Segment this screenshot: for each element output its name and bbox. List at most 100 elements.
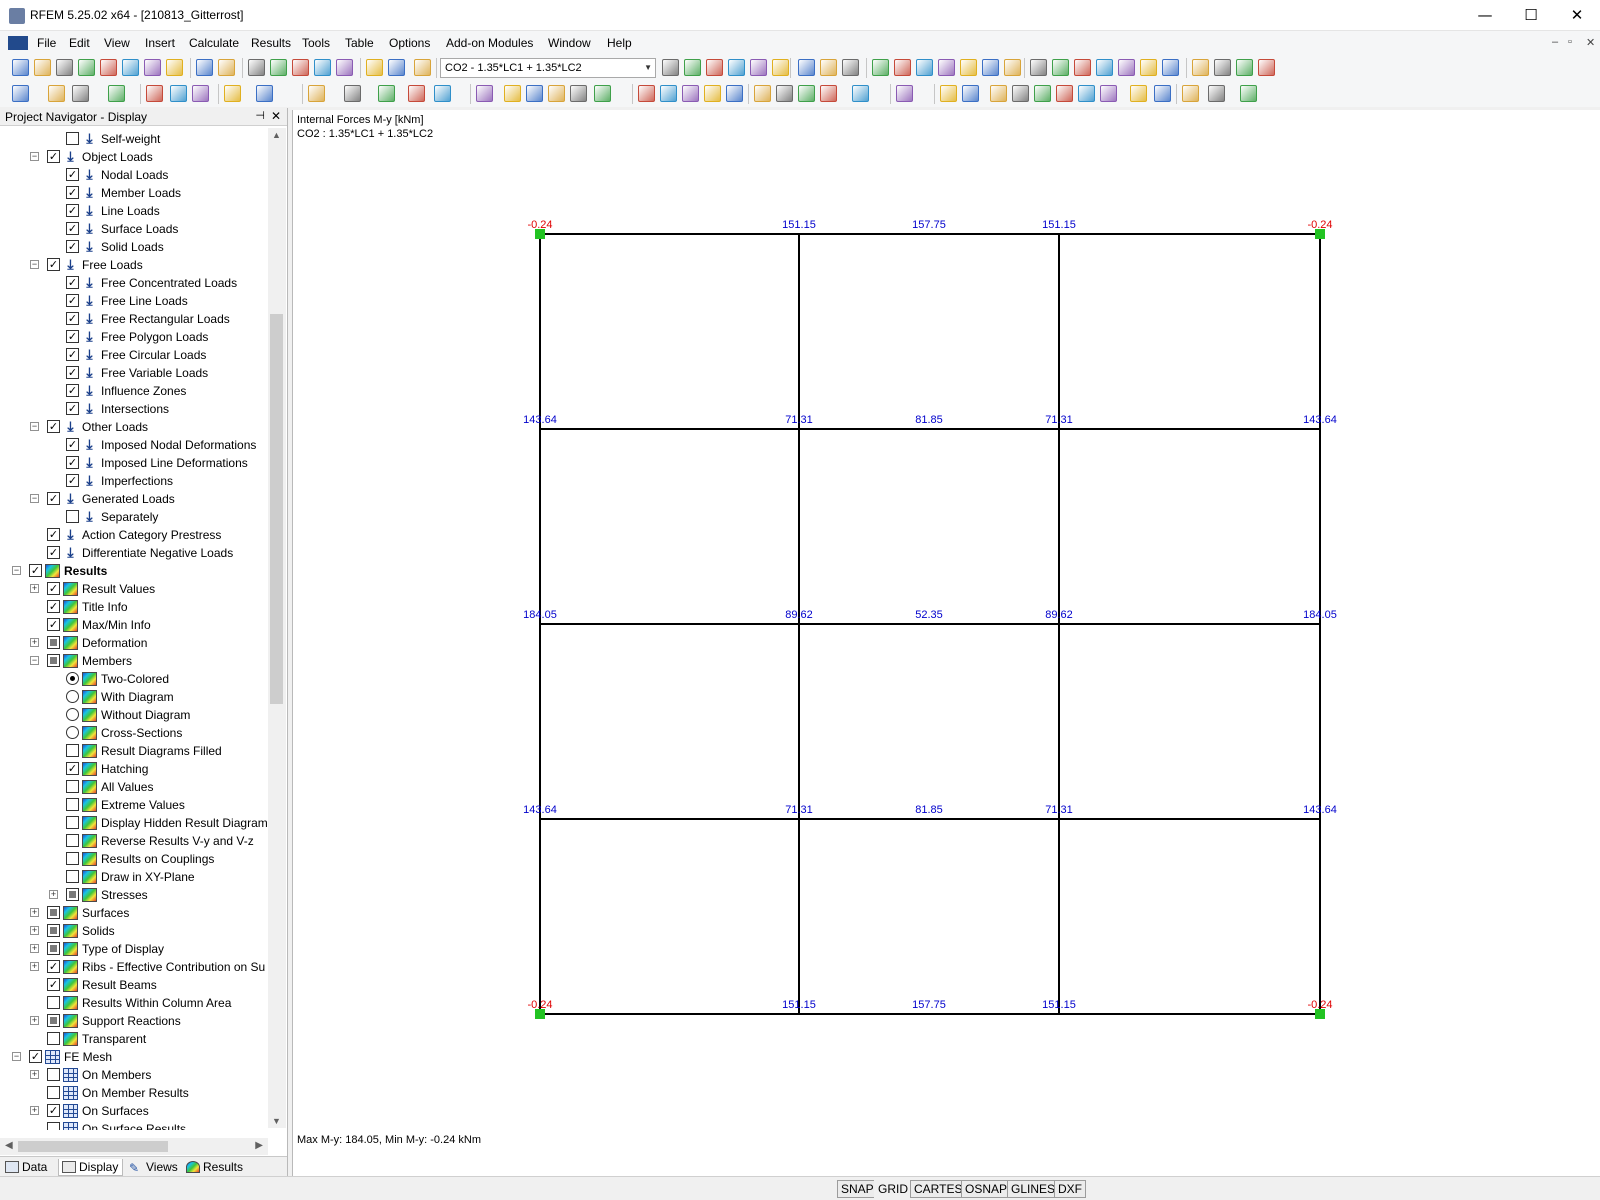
toolbar-icon[interactable]: [344, 85, 361, 102]
checkbox[interactable]: ✓: [66, 402, 79, 415]
tree-item[interactable]: ✓ ⤓ Surface Loads: [0, 220, 268, 238]
checkbox[interactable]: [66, 798, 79, 811]
toolbar-icon[interactable]: [146, 85, 163, 102]
pin-icon[interactable]: ⊣: [255, 109, 265, 122]
tree-item[interactable]: Result Diagrams Filled: [0, 742, 268, 760]
tree-item[interactable]: ✓ ⤓ Nodal Loads: [0, 166, 268, 184]
expand-icon[interactable]: +: [30, 944, 39, 953]
tree-item[interactable]: ✓ ⤓ Imposed Line Deformations: [0, 454, 268, 472]
toolbar-icon[interactable]: [72, 85, 89, 102]
checkbox[interactable]: ✓: [66, 222, 79, 235]
toolbar-icon[interactable]: [798, 59, 815, 76]
tab-results[interactable]: Results: [183, 1159, 247, 1176]
glines-toggle[interactable]: GLINES: [1007, 1180, 1060, 1198]
toolbar-icon[interactable]: [594, 85, 611, 102]
checkbox[interactable]: ✓: [47, 600, 60, 613]
tree-item[interactable]: ✓ ⤓ Free Line Loads: [0, 292, 268, 310]
toolbar-icon[interactable]: [1096, 59, 1113, 76]
checkbox[interactable]: ✓: [66, 330, 79, 343]
checkbox[interactable]: ✓: [66, 312, 79, 325]
hscroll-thumb[interactable]: [18, 1141, 168, 1152]
checkbox[interactable]: ✓: [66, 366, 79, 379]
checkbox[interactable]: ✓: [66, 438, 79, 451]
tree-item[interactable]: Display Hidden Result Diagram: [0, 814, 268, 832]
toolbar-icon[interactable]: [378, 85, 395, 102]
tree-item[interactable]: + Deformation: [0, 634, 268, 652]
toolbar-icon[interactable]: [776, 85, 793, 102]
toolbar-icon[interactable]: [256, 85, 273, 102]
tree-item[interactable]: + ✓ Ribs - Effective Contribution on Su: [0, 958, 268, 976]
tree-item[interactable]: Reverse Results V-y and V-z: [0, 832, 268, 850]
expand-icon[interactable]: +: [30, 638, 39, 647]
toolbar-icon[interactable]: [896, 85, 913, 102]
toolbar-icon[interactable]: [872, 59, 889, 76]
checkbox[interactable]: [66, 780, 79, 793]
checkbox[interactable]: [66, 888, 79, 901]
mdi-minimize-icon[interactable]: –: [1552, 36, 1558, 48]
expand-icon[interactable]: +: [30, 1070, 39, 1079]
toolbar-icon[interactable]: [414, 59, 431, 76]
toolbar-icon[interactable]: [750, 59, 767, 76]
expand-icon[interactable]: +: [49, 890, 58, 899]
checkbox[interactable]: ✓: [66, 762, 79, 775]
tree-item[interactable]: − ✓ ⤓ Free Loads: [0, 256, 268, 274]
tree-item[interactable]: Draw in XY-Plane: [0, 868, 268, 886]
minimize-icon[interactable]: —: [1462, 0, 1508, 31]
toolbar-icon[interactable]: [1140, 59, 1157, 76]
toolbar-icon[interactable]: [1012, 85, 1029, 102]
toolbar-icon[interactable]: [1100, 85, 1117, 102]
toolbar-icon[interactable]: [726, 85, 743, 102]
checkbox[interactable]: ✓: [66, 240, 79, 253]
tab-data[interactable]: Data: [2, 1159, 51, 1176]
checkbox[interactable]: ✓: [66, 456, 79, 469]
toolbar-icon[interactable]: [684, 59, 701, 76]
tree-item[interactable]: − ✓ FE Mesh: [0, 1048, 268, 1066]
toolbar-icon[interactable]: [1192, 59, 1209, 76]
checkbox[interactable]: ✓: [66, 204, 79, 217]
snap-toggle[interactable]: SNAP: [837, 1180, 878, 1198]
checkbox[interactable]: ✓: [66, 384, 79, 397]
toolbar-icon[interactable]: [408, 85, 425, 102]
checkbox[interactable]: ✓: [47, 978, 60, 991]
radio-button[interactable]: [66, 708, 79, 721]
toolbar-icon[interactable]: [166, 59, 183, 76]
toolbar-icon[interactable]: [916, 59, 933, 76]
toolbar-icon[interactable]: [894, 59, 911, 76]
checkbox[interactable]: [66, 834, 79, 847]
tree-item[interactable]: + ✓ Result Values: [0, 580, 268, 598]
expand-icon[interactable]: +: [30, 926, 39, 935]
checkbox[interactable]: ✓: [47, 960, 60, 973]
tree-item[interactable]: + Solids: [0, 922, 268, 940]
tree-item[interactable]: Cross-Sections: [0, 724, 268, 742]
tree-item[interactable]: ✓ ⤓ Line Loads: [0, 202, 268, 220]
toolbar-icon[interactable]: [34, 59, 51, 76]
toolbar-icon[interactable]: [982, 59, 999, 76]
collapse-icon[interactable]: −: [12, 1052, 21, 1061]
toolbar-icon[interactable]: [78, 59, 95, 76]
toolbar-icon[interactable]: [704, 85, 721, 102]
menu-insert[interactable]: Insert: [145, 36, 175, 50]
tree-item[interactable]: ✓ ⤓ Imposed Nodal Deformations: [0, 436, 268, 454]
checkbox[interactable]: [47, 636, 60, 649]
toolbar-icon[interactable]: [122, 59, 139, 76]
toolbar-icon[interactable]: [1240, 85, 1257, 102]
tree-item[interactable]: Transparent: [0, 1030, 268, 1048]
tree-item[interactable]: − ✓ ⤓ Other Loads: [0, 418, 268, 436]
checkbox[interactable]: ✓: [66, 474, 79, 487]
tree-item[interactable]: ✓ ⤓ Action Category Prestress: [0, 526, 268, 544]
menu-results[interactable]: Results: [251, 36, 291, 50]
toolbar-icon[interactable]: [1004, 59, 1021, 76]
checkbox[interactable]: ✓: [47, 546, 60, 559]
menu-addon-modules[interactable]: Add-on Modules: [446, 36, 533, 50]
tree-item[interactable]: Without Diagram: [0, 706, 268, 724]
menu-view[interactable]: View: [104, 36, 130, 50]
toolbar-icon[interactable]: [248, 59, 265, 76]
menu-edit[interactable]: Edit: [69, 36, 90, 50]
tree-item[interactable]: ✓ ⤓ Member Loads: [0, 184, 268, 202]
checkbox[interactable]: ✓: [66, 276, 79, 289]
toolbar-icon[interactable]: [12, 59, 29, 76]
collapse-icon[interactable]: −: [30, 260, 39, 269]
toolbar-icon[interactable]: [434, 85, 451, 102]
tree-item[interactable]: + Type of Display: [0, 940, 268, 958]
toolbar-icon[interactable]: [1078, 85, 1095, 102]
